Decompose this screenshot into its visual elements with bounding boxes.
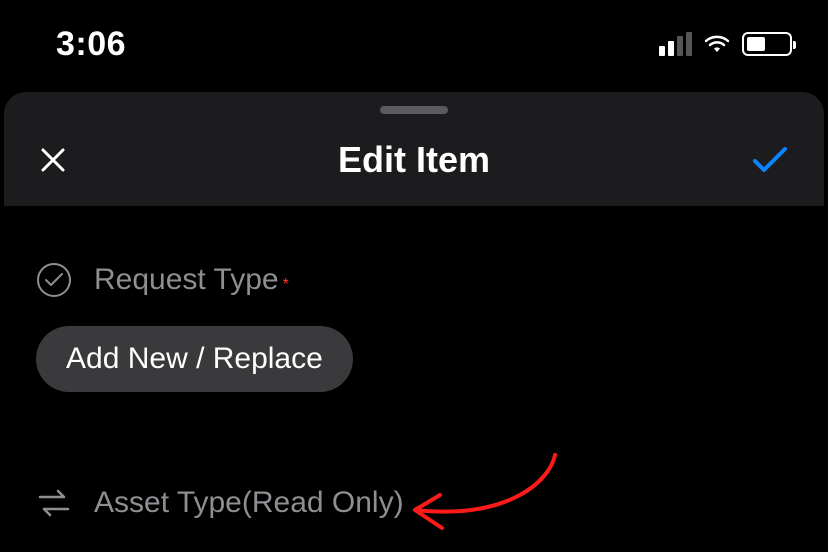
request-type-label: Request Type <box>94 263 279 296</box>
status-indicators <box>659 32 792 56</box>
status-time: 3:06 <box>56 25 126 64</box>
drag-handle[interactable] <box>380 106 448 114</box>
request-type-field[interactable]: Request Type* <box>0 262 828 316</box>
required-indicator: * <box>283 276 289 293</box>
asset-type-field: Asset Type(Read Only) <box>0 460 828 538</box>
field-label-wrapper: Request Type* <box>94 263 289 297</box>
battery-icon <box>742 32 792 56</box>
request-type-value-row: Add New / Replace <box>0 316 828 418</box>
page-title: Edit Item <box>338 139 490 181</box>
sheet-header: Edit Item <box>4 114 824 206</box>
checkmark-circle-icon <box>36 262 72 298</box>
close-button[interactable] <box>38 145 68 175</box>
cellular-signal-icon <box>659 32 692 56</box>
status-bar: 3:06 <box>0 0 828 88</box>
modal-sheet: Edit Item <box>4 92 824 206</box>
asset-type-label: Asset Type(Read Only) <box>94 486 404 520</box>
checkmark-icon <box>750 145 790 175</box>
request-type-chip[interactable]: Add New / Replace <box>36 326 353 392</box>
wifi-icon <box>702 32 732 56</box>
confirm-button[interactable] <box>750 145 790 175</box>
close-icon <box>39 146 67 174</box>
swap-arrows-icon <box>36 488 72 518</box>
